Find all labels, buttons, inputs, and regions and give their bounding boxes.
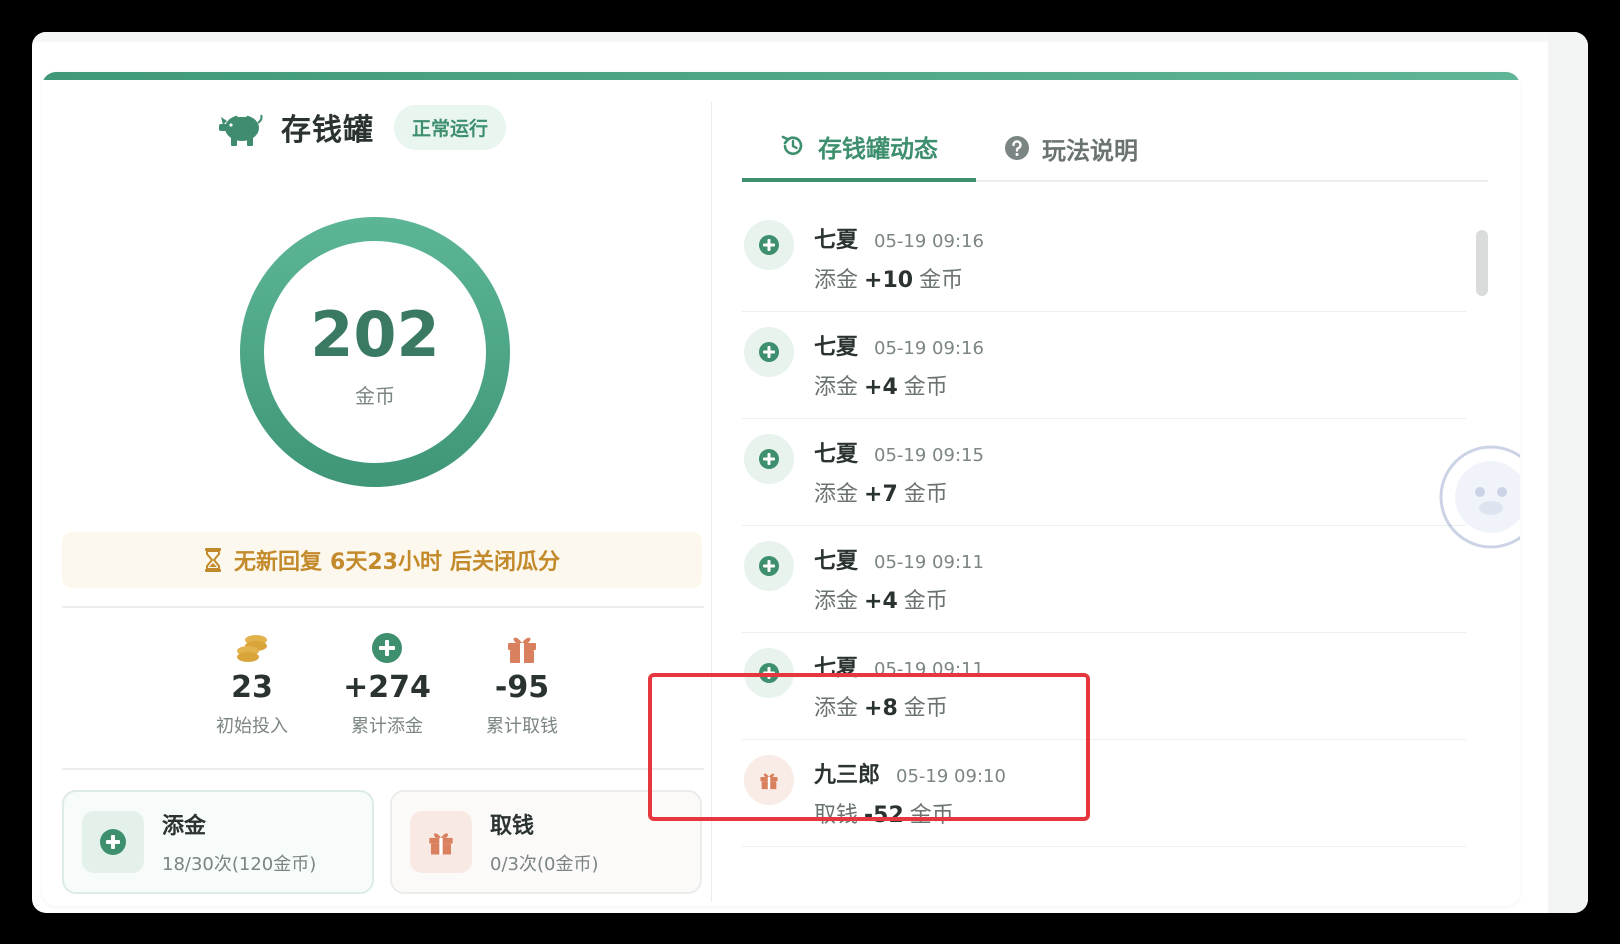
stat-taken-value: -95 bbox=[494, 670, 550, 705]
feed-amount: +7 bbox=[864, 482, 898, 507]
feed-user[interactable]: 七夏 bbox=[814, 329, 858, 361]
stat-added: +274 累计添金 bbox=[317, 632, 457, 738]
stat-taken: -95 累计取钱 bbox=[452, 632, 592, 738]
tab-activity[interactable]: 存钱罐动态 bbox=[742, 114, 976, 182]
withdraw-icon-box bbox=[410, 811, 472, 873]
withdraw-quota: 0/3次(0金币) bbox=[490, 854, 599, 875]
feed-action: 添金 bbox=[814, 482, 859, 507]
feed-user[interactable]: 七夏 bbox=[814, 543, 858, 575]
feed-user[interactable]: 七夏 bbox=[814, 222, 858, 254]
feed-amount: +4 bbox=[864, 375, 898, 400]
stat-taken-label: 累计取钱 bbox=[486, 716, 558, 737]
feed-action: 添金 bbox=[814, 589, 859, 614]
balance-unit: 金币 bbox=[355, 383, 395, 408]
stat-initial: 23 初始投入 bbox=[182, 632, 322, 738]
balance-ring-inner: 202 金币 bbox=[264, 241, 486, 463]
tab-rules-label: 玩法说明 bbox=[1042, 136, 1138, 165]
stats-row: 23 初始投入 +274 累计添金 -95 累计取钱 bbox=[62, 632, 562, 752]
status-badge: 正常运行 bbox=[394, 104, 507, 150]
add-gold-icon bbox=[744, 327, 794, 377]
add-gold-icon-box bbox=[82, 811, 144, 873]
feed-amount: +4 bbox=[864, 589, 898, 614]
plus-circle-icon bbox=[100, 829, 126, 855]
feed-scrollbar[interactable] bbox=[1476, 230, 1488, 296]
help-icon bbox=[1005, 136, 1029, 160]
notice-suffix: 后关闭瓜分 bbox=[449, 550, 560, 575]
add-gold-icon bbox=[744, 434, 794, 484]
feed-item: 七夏 05-19 09:16 添金 +10 金币 bbox=[742, 202, 1466, 312]
balance-value: 202 bbox=[310, 297, 440, 371]
hourglass-icon bbox=[205, 548, 222, 572]
coins-icon bbox=[237, 635, 267, 662]
tab-activity-label: 存钱罐动态 bbox=[818, 134, 938, 163]
feed-time: 05-19 09:16 bbox=[874, 338, 984, 359]
divider bbox=[62, 768, 704, 770]
feed-unit: 金币 bbox=[903, 482, 948, 507]
stat-initial-label: 初始投入 bbox=[216, 716, 288, 737]
feed-unit: 金币 bbox=[903, 589, 948, 614]
notice-prefix: 无新回复 bbox=[234, 550, 323, 575]
stat-added-value: +274 bbox=[343, 670, 431, 705]
plus-circle-icon bbox=[372, 633, 402, 663]
feed-item: 七夏 05-19 09:15 添金 +7 金币 bbox=[742, 416, 1466, 526]
piggy-summary-panel: 存钱罐 正常运行 202 金币 无新回复 6天23小时 后关闭瓜分 23 初始投… bbox=[42, 72, 712, 906]
feed-amount: +10 bbox=[864, 268, 914, 293]
watermark-seal bbox=[1439, 445, 1520, 549]
piggy-bank-icon bbox=[219, 114, 263, 146]
feed-time: 05-19 09:11 bbox=[874, 552, 984, 573]
feed-time: 05-19 09:15 bbox=[874, 445, 984, 466]
feed-item: 七夏 05-19 09:11 添金 +4 金币 bbox=[742, 523, 1466, 633]
add-gold-icon bbox=[744, 220, 794, 270]
history-icon bbox=[781, 135, 803, 155]
add-gold-quota: 18/30次(120金币) bbox=[162, 854, 317, 875]
feed-unit: 金币 bbox=[903, 375, 948, 400]
feed-time: 05-19 09:16 bbox=[874, 231, 984, 252]
feed-user[interactable]: 七夏 bbox=[814, 436, 858, 468]
feed-action: 添金 bbox=[814, 375, 859, 400]
balance-ring: 202 金币 bbox=[240, 217, 510, 487]
highlight-box bbox=[648, 673, 1090, 821]
feed-action: 添金 bbox=[814, 268, 859, 293]
top-strip bbox=[32, 32, 1588, 42]
divider bbox=[62, 606, 704, 608]
close-notice: 无新回复 6天23小时 后关闭瓜分 bbox=[62, 532, 702, 588]
tab-bar: 存钱罐动态 玩法说明 bbox=[742, 114, 1488, 182]
page-gutter bbox=[1548, 32, 1588, 913]
gift-icon bbox=[508, 637, 536, 663]
add-gold-title: 添金 bbox=[162, 814, 207, 839]
withdraw-title: 取钱 bbox=[490, 814, 535, 839]
feed-unit: 金币 bbox=[919, 268, 964, 293]
stat-initial-value: 23 bbox=[231, 670, 273, 705]
notice-remaining: 6天23小时 bbox=[330, 550, 442, 575]
stat-added-label: 累计添金 bbox=[351, 716, 423, 737]
feed-item: 七夏 05-19 09:16 添金 +4 金币 bbox=[742, 309, 1466, 419]
add-gold-icon bbox=[744, 541, 794, 591]
tab-rules[interactable]: 玩法说明 bbox=[1004, 114, 1138, 182]
piggy-header: 存钱罐 正常运行 bbox=[217, 102, 507, 152]
gift-icon bbox=[429, 833, 453, 855]
add-gold-button[interactable]: 添金 18/30次(120金币) bbox=[62, 790, 374, 894]
page-title: 存钱罐 bbox=[281, 113, 374, 148]
